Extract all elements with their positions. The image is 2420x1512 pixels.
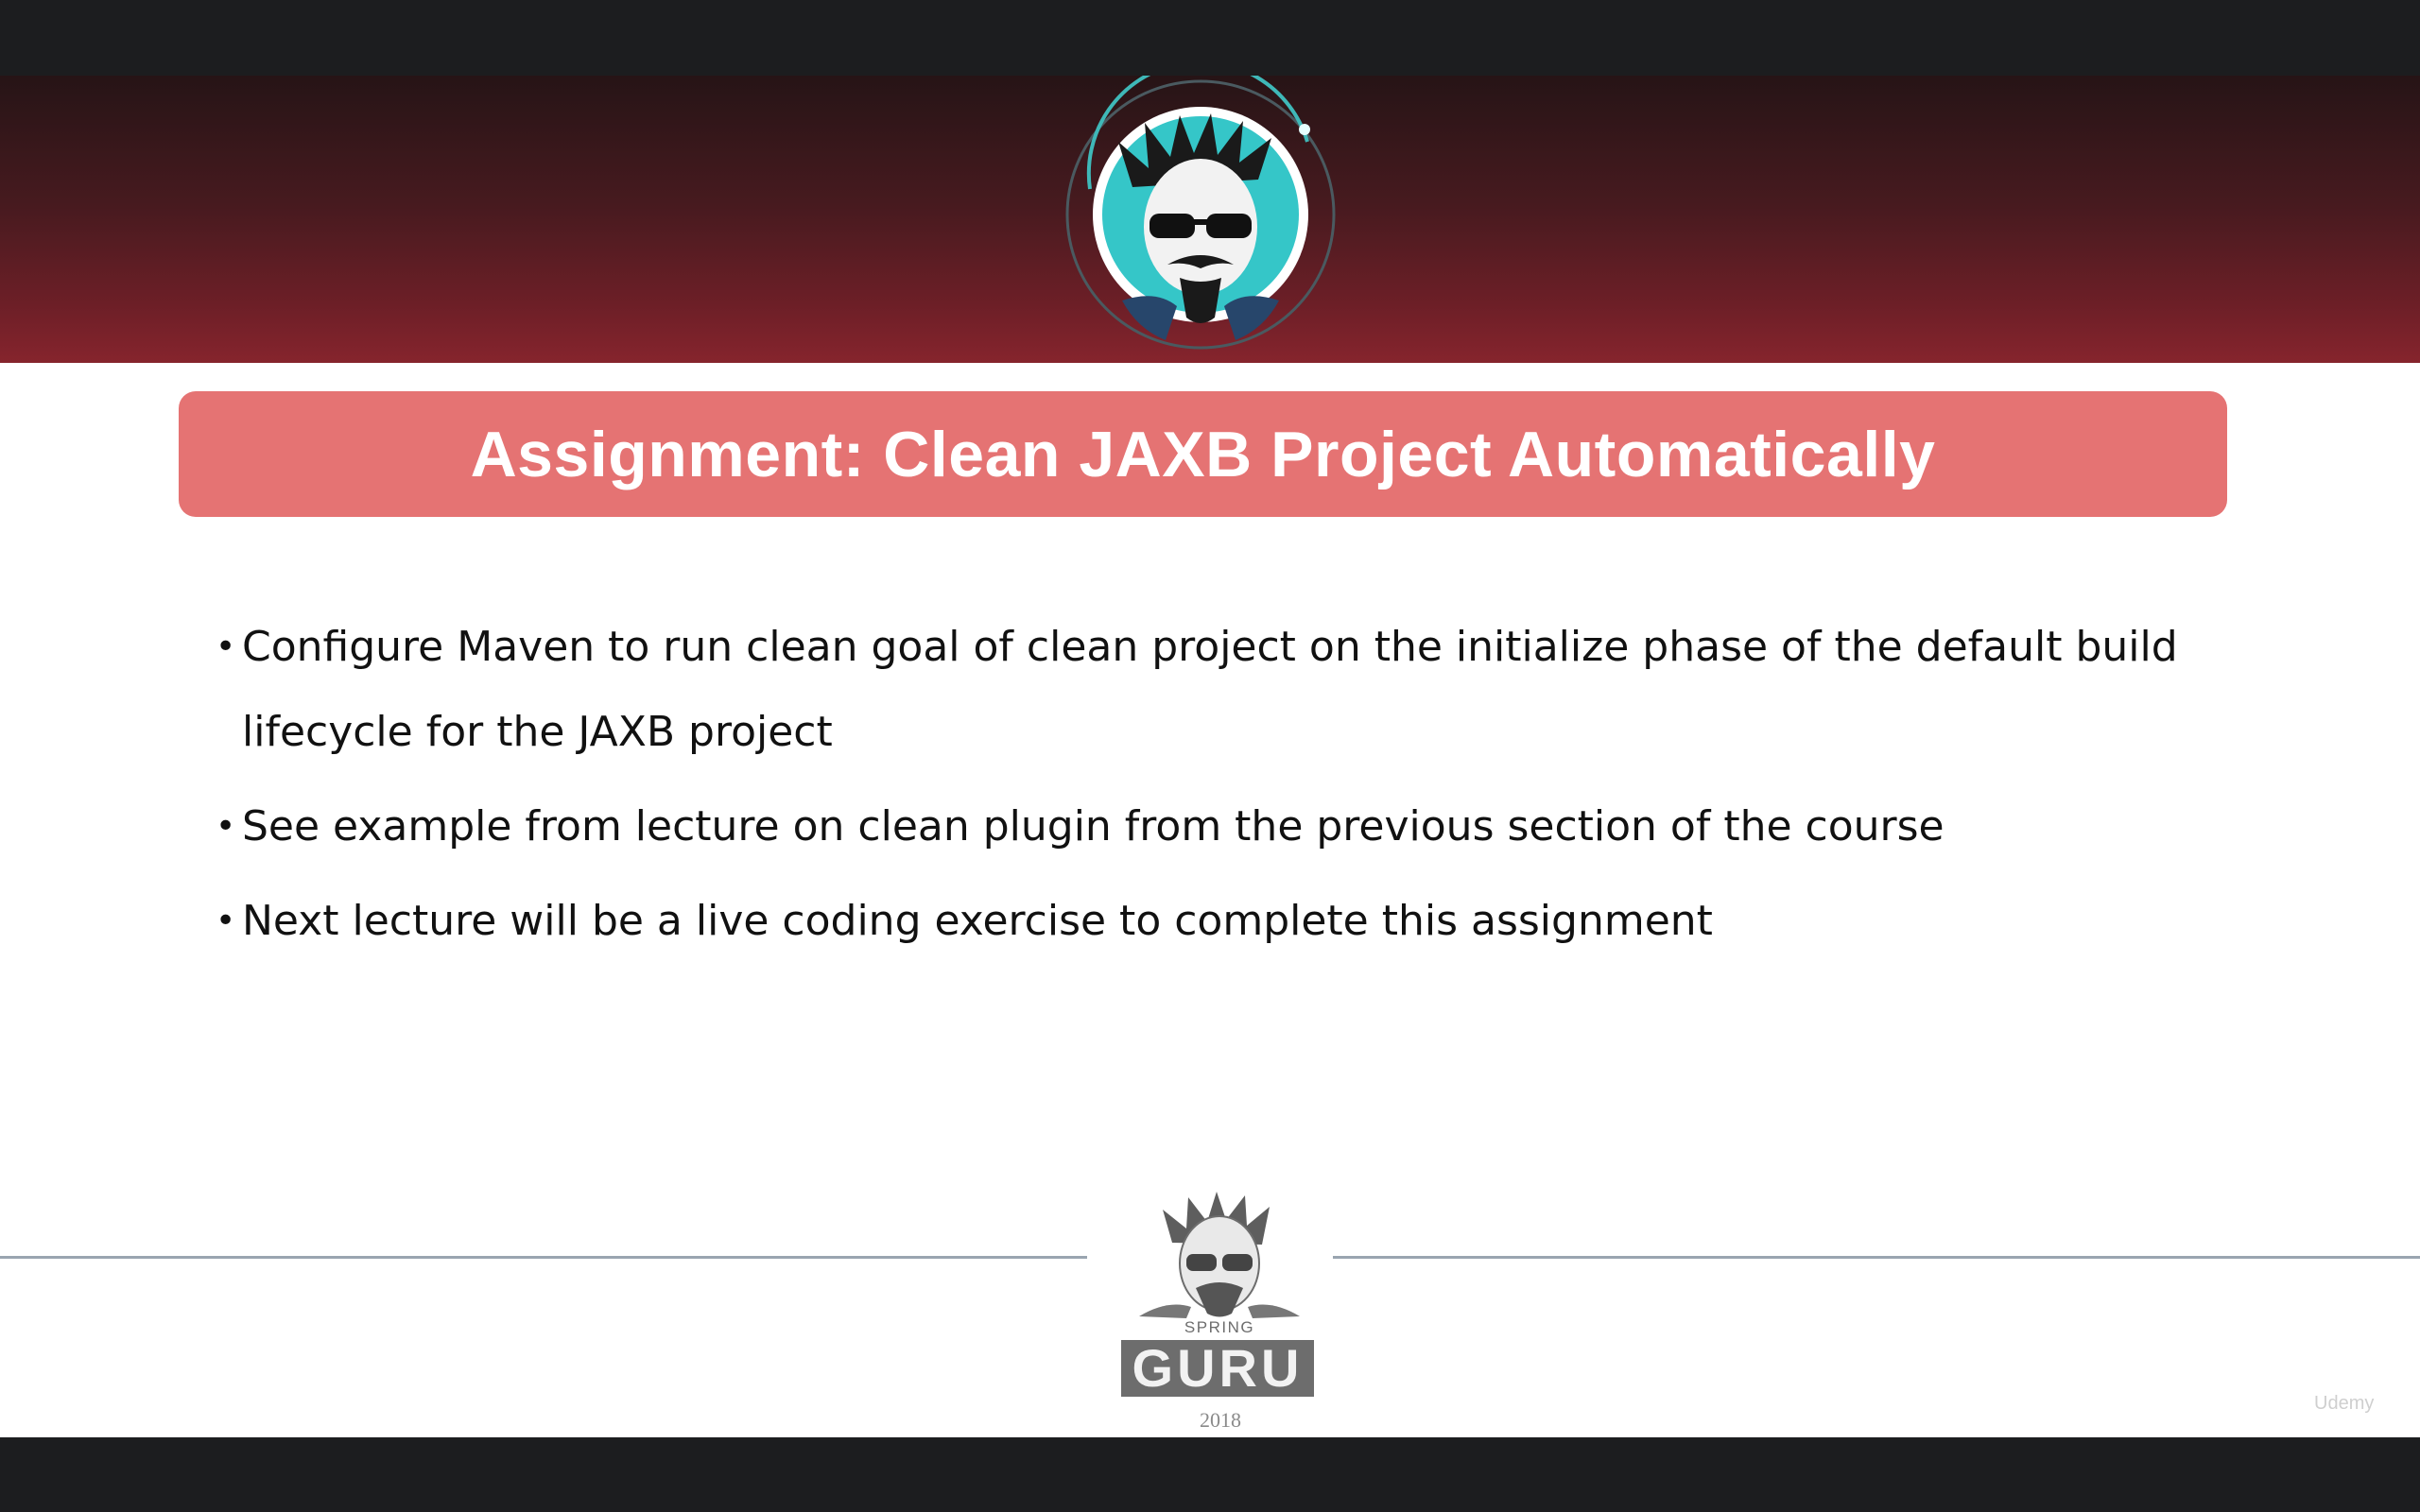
instructor-avatar xyxy=(1062,76,1340,363)
bullet-item: Next lecture will be a live coding exerc… xyxy=(216,879,2220,964)
udemy-watermark: Udemy xyxy=(2314,1393,2375,1414)
bullet-item: See example from lecture on clean plugin… xyxy=(216,784,2220,869)
bullet-item: Configure Maven to run clean goal of cle… xyxy=(216,605,2220,775)
video-letterbox-top xyxy=(0,0,2420,76)
instructor-avatar-icon xyxy=(1065,76,1336,350)
logo-year: 2018 xyxy=(1200,1408,1241,1432)
header-banner xyxy=(0,76,2420,363)
footer-divider-right xyxy=(1333,1256,2420,1259)
video-letterbox-bottom xyxy=(0,1437,2420,1512)
logo-title: GURU xyxy=(1121,1340,1314,1397)
slide-title: Assignment: Clean JAXB Project Automatic… xyxy=(470,418,1936,490)
guru-mascot-icon xyxy=(1139,1192,1300,1318)
bullet-list: Configure Maven to run clean goal of cle… xyxy=(216,605,2220,973)
slide-title-bar: Assignment: Clean JAXB Project Automatic… xyxy=(179,391,2227,517)
presentation-slide: Assignment: Clean JAXB Project Automatic… xyxy=(0,76,2420,1437)
footer-divider-left xyxy=(0,1256,1087,1259)
